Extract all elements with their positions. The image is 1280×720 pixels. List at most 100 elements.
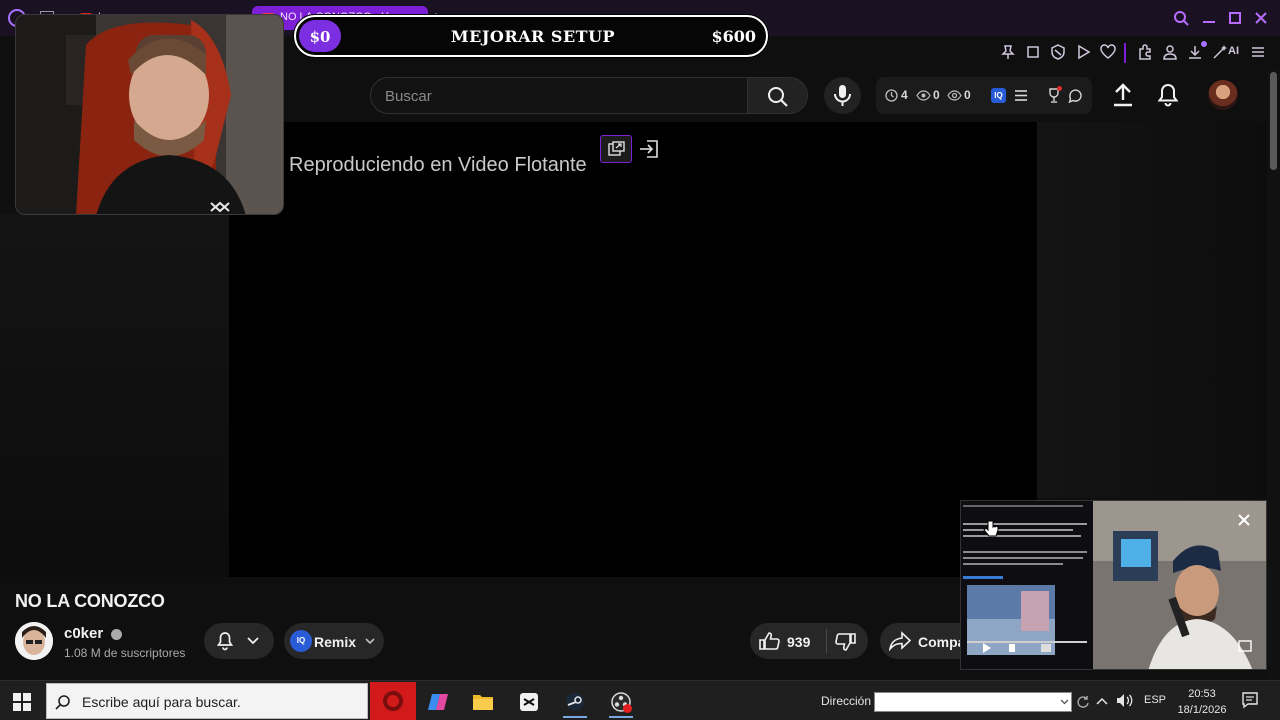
windows-start-icon[interactable] (13, 693, 31, 711)
shield-icon[interactable] (1050, 44, 1066, 60)
steam-icon (566, 693, 584, 711)
play-icon[interactable] (1075, 44, 1091, 60)
account-avatar[interactable] (1208, 80, 1238, 110)
exit-pip-icon[interactable] (637, 137, 661, 161)
webcam-overlay (15, 14, 284, 215)
video-title: NO LA CONOZCO (15, 591, 165, 611)
copilot-icon (428, 694, 448, 710)
iq-icon[interactable]: IQ (991, 88, 1006, 103)
extension-stats-bar: 4 0 0 IQ (876, 77, 1092, 114)
verified-badge-icon (111, 628, 123, 640)
like-divider (826, 629, 827, 653)
taskbar-app-steam[interactable] (555, 686, 595, 718)
thumbs-down-icon[interactable] (835, 632, 856, 652)
language-indicator[interactable]: ESP (1144, 694, 1166, 706)
clock-icon (885, 89, 898, 102)
hidden-count: 0 (964, 88, 971, 102)
recording-indicator (623, 704, 632, 713)
channel-name[interactable]: c0ker (64, 625, 123, 642)
taskbar-app-obs[interactable] (601, 686, 641, 718)
pip-icon (608, 141, 625, 156)
minimize-icon[interactable] (1200, 9, 1218, 27)
chevron-down-icon (247, 637, 259, 645)
active-app-indicator (563, 716, 587, 718)
close-window-icon[interactable] (1252, 9, 1270, 27)
pip-toggle-button[interactable] (600, 135, 632, 163)
eye-off-icon (947, 90, 962, 101)
account-icon[interactable] (1162, 44, 1178, 60)
pip-status-text: Reproduciendo en Video Flotante (289, 154, 587, 176)
bell-icon[interactable] (1155, 82, 1181, 108)
subscription-bell-button[interactable] (204, 623, 274, 659)
goal-current-amount: $0 (309, 28, 331, 46)
alert-dot (1057, 86, 1062, 91)
channel-avatar-image (15, 622, 53, 660)
right-panel (1037, 122, 1267, 498)
close-icon[interactable] (1237, 513, 1251, 527)
search-box (370, 77, 748, 114)
fullscreen-icon[interactable] (1238, 640, 1252, 652)
search-input[interactable] (385, 86, 725, 106)
eye-icon (916, 90, 931, 101)
taskbar-app-copilot[interactable] (418, 686, 458, 718)
maximize-icon[interactable] (1226, 9, 1244, 27)
taskbar-clock[interactable]: 20:53 18/1/2026 (1172, 686, 1232, 718)
like-count: 939 (787, 634, 811, 650)
bell-icon (216, 632, 234, 651)
upload-icon[interactable] (1110, 82, 1136, 108)
scrollbar-thumb[interactable] (1270, 72, 1277, 170)
iq-icon: IQ (290, 630, 312, 652)
list-icon[interactable] (1014, 89, 1028, 102)
clock-time: 20:53 (1188, 688, 1216, 700)
search-button[interactable] (748, 77, 808, 114)
chat-icon[interactable] (1068, 88, 1083, 103)
microphone-icon (834, 85, 851, 106)
taskbar-app-capcut[interactable] (509, 686, 549, 718)
extensions-toolbar: AI (992, 40, 1280, 66)
address-toolbar-input[interactable] (874, 692, 1072, 712)
toolbar-divider (1124, 43, 1126, 63)
refresh-icon[interactable] (1076, 695, 1090, 709)
mini-stream-overlay (960, 500, 1267, 670)
taskbar-app-opera[interactable] (370, 682, 416, 720)
heart-icon[interactable] (1100, 44, 1116, 60)
search-icon (768, 87, 788, 107)
ai-label[interactable]: AI (1228, 45, 1239, 57)
thumbs-up-icon[interactable] (759, 631, 780, 651)
download-icon[interactable] (1187, 44, 1203, 60)
capcut-icon (520, 693, 538, 711)
search-icon (55, 695, 70, 710)
channel-avatar[interactable] (15, 622, 53, 660)
cursor-hand-icon (983, 520, 999, 537)
notification-dot (1201, 41, 1207, 47)
active-app-indicator (609, 716, 633, 718)
goal-title: MEJORAR SETUP (450, 27, 616, 46)
mini-screen-image (961, 501, 1093, 669)
remix-label: Remix (314, 634, 357, 650)
taskbar-app-explorer[interactable] (463, 686, 503, 718)
left-panel (0, 214, 229, 577)
donation-goal-bar: $0 MEJORAR SETUP $600 (294, 15, 768, 57)
puzzle-icon[interactable] (1137, 44, 1153, 60)
voice-search-button[interactable] (824, 77, 861, 114)
clock-date: 18/1/2026 (1177, 704, 1227, 716)
page-scrollbar[interactable] (1267, 70, 1280, 680)
crop-icon[interactable] (1025, 44, 1041, 60)
goal-target-amount: $600 (711, 27, 756, 46)
watch-later-count: 4 (901, 88, 908, 102)
folder-icon (473, 695, 493, 710)
notifications-icon[interactable] (1241, 691, 1259, 709)
pin-icon[interactable] (1000, 44, 1016, 60)
address-toolbar-label: Dirección (821, 694, 872, 708)
menu-icon[interactable] (1250, 44, 1266, 60)
volume-icon[interactable] (1116, 693, 1133, 708)
ai-wand-icon[interactable] (1212, 44, 1228, 60)
taskbar-search-text: Escribe aquí para buscar. (82, 694, 241, 710)
search-icon[interactable] (1172, 9, 1190, 27)
chevron-up-icon[interactable] (1096, 696, 1108, 706)
streamer-webcam-image (16, 15, 283, 214)
video-player[interactable] (229, 122, 1037, 577)
chevron-down-icon (365, 638, 375, 645)
chevron-down-icon[interactable] (1060, 699, 1069, 705)
share-icon (889, 631, 911, 651)
